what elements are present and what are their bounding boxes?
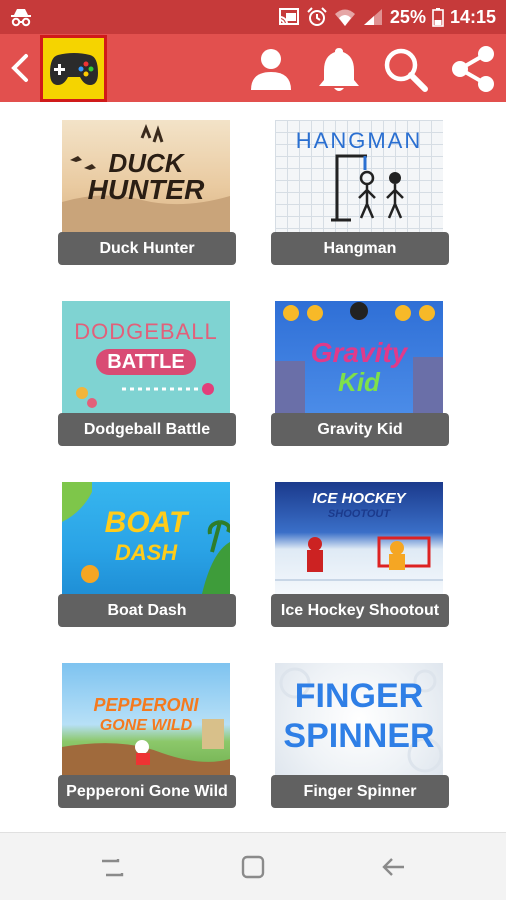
game-thumbnail: DUCK HUNTER <box>62 120 230 232</box>
art-title-line1: FINGER <box>294 677 424 715</box>
game-label: Pepperoni Gone Wild <box>58 775 236 808</box>
app-logo[interactable] <box>40 35 107 102</box>
profile-icon[interactable] <box>246 44 296 94</box>
search-icon[interactable] <box>380 44 430 94</box>
game-label: Gravity Kid <box>271 413 449 446</box>
art-title-line2: DASH <box>114 540 178 565</box>
art-title-line1: PEPPERONI <box>93 695 199 715</box>
art-title-line2: Kid <box>338 367 380 397</box>
game-thumbnail: FINGER SPINNER <box>275 663 443 775</box>
art-title-line1: Gravity <box>310 337 408 368</box>
game-tile-ice-hockey-shootout[interactable]: ICE HOCKEY SHOOTOUT Ice Hockey Shootout <box>271 482 451 632</box>
art-title-line2: GONE WILD <box>99 717 193 734</box>
app-bar <box>0 34 506 102</box>
battery-icon <box>432 8 444 27</box>
dodgeball-art <box>76 383 214 408</box>
battery-text: 25% <box>389 6 426 27</box>
hockey-art <box>275 536 443 581</box>
bell-icon[interactable] <box>314 44 364 94</box>
clock-text: 14:15 <box>449 6 496 27</box>
share-icon[interactable] <box>448 44 498 94</box>
game-thumbnail: BOAT DASH <box>62 482 230 594</box>
game-thumbnail: HANGMAN <box>275 120 443 232</box>
back-nav-icon[interactable] <box>378 851 410 883</box>
art-title-line2: SPINNER <box>283 717 435 755</box>
signal-icon <box>363 9 382 25</box>
game-label: Boat Dash <box>58 594 236 627</box>
wifi-icon <box>334 9 355 26</box>
home-icon[interactable] <box>237 851 269 883</box>
game-tile-duck-hunter[interactable]: DUCK HUNTER Duck Hunter <box>58 120 238 270</box>
game-grid: DUCK HUNTER Duck Hunter HANGMAN Hangman … <box>0 102 506 832</box>
back-icon[interactable] <box>6 48 34 88</box>
game-label: Dodgeball Battle <box>58 413 236 446</box>
recent-apps-icon[interactable] <box>96 851 128 883</box>
game-tile-pepperoni-gone-wild[interactable]: PEPPERONI GONE WILD Pepperoni Gone Wild <box>58 663 238 813</box>
incognito-icon <box>11 9 31 27</box>
hangman-art <box>331 154 404 222</box>
art-title-line1: BOAT <box>104 506 188 539</box>
game-tile-hangman[interactable]: HANGMAN Hangman <box>271 120 451 270</box>
cast-icon <box>278 8 299 25</box>
game-thumbnail: Gravity Kid <box>275 301 443 413</box>
game-label: Duck Hunter <box>58 232 236 265</box>
gamepad-logo-icon <box>49 52 98 85</box>
game-tile-dodgeball-battle[interactable]: DODGEBALL BATTLE Dodgeball Battle <box>58 301 238 451</box>
system-nav-bar <box>0 832 506 900</box>
game-thumbnail: PEPPERONI GONE WILD <box>62 663 230 775</box>
game-tile-gravity-kid[interactable]: Gravity Kid Gravity Kid <box>271 301 451 451</box>
game-label: Hangman <box>271 232 449 265</box>
game-thumbnail: DODGEBALL BATTLE <box>62 301 230 413</box>
game-tile-finger-spinner[interactable]: FINGER SPINNER Finger Spinner <box>271 663 451 813</box>
game-label: Finger Spinner <box>271 775 449 808</box>
status-bar: 25% 14:15 <box>0 0 506 34</box>
game-label: Ice Hockey Shootout <box>271 594 449 627</box>
art-title-line2: HUNTER <box>87 174 205 205</box>
game-tile-boat-dash[interactable]: BOAT DASH Boat Dash <box>58 482 238 632</box>
game-thumbnail: ICE HOCKEY SHOOTOUT <box>275 482 443 594</box>
alarm-icon <box>307 7 327 26</box>
